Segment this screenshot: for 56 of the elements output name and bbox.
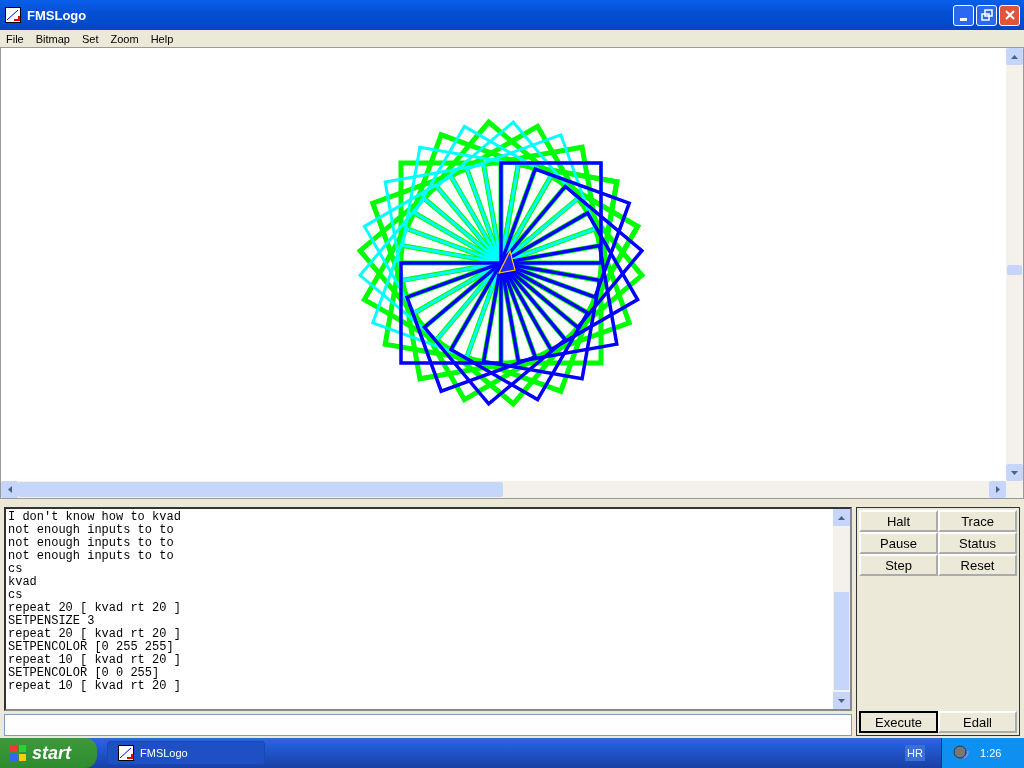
clock: 1:26 xyxy=(980,747,1002,759)
output-line: not enough inputs to to xyxy=(8,524,175,537)
menu-item[interactable]: Help xyxy=(144,32,180,45)
minimize-icon xyxy=(960,17,967,21)
window-title: FMSLogo xyxy=(27,7,88,23)
vertical-scrollbar[interactable] xyxy=(1006,48,1023,481)
minimize-button[interactable] xyxy=(953,4,974,26)
output-line: SETPENCOLOR [0 255 255] xyxy=(8,641,175,654)
horizontal-scrollbar[interactable] xyxy=(1,481,1023,498)
app-icon xyxy=(118,745,134,761)
control-button[interactable]: Halt xyxy=(859,510,938,532)
output-line: SETPENSIZE 3 xyxy=(8,615,96,628)
control-button[interactable]: Pause xyxy=(859,532,938,554)
close-icon xyxy=(1003,9,1016,21)
control-button[interactable]: Reset xyxy=(938,554,1017,576)
output-line: SETPENCOLOR [0 0 255] xyxy=(8,667,161,680)
windows-flag-icon xyxy=(8,743,28,763)
output-line: cs xyxy=(8,563,24,576)
scrollbar-thumb[interactable] xyxy=(18,482,503,497)
left-arrow-icon xyxy=(7,486,12,493)
command-button[interactable]: Execute xyxy=(859,711,938,733)
control-button[interactable]: Step xyxy=(859,554,938,576)
menu-item[interactable]: File xyxy=(0,32,30,45)
listing-scrollbar[interactable] xyxy=(833,509,850,709)
output-line: repeat 10 [ kvad rt 20 ] xyxy=(8,680,182,693)
output-line: not enough inputs to to xyxy=(8,537,175,550)
down-arrow-icon xyxy=(838,698,845,703)
up-arrow-icon xyxy=(1011,54,1018,59)
speaker-icon[interactable] xyxy=(952,744,970,762)
scrollbar-thumb[interactable] xyxy=(1007,265,1022,275)
start-button[interactable]: start xyxy=(0,738,97,768)
app-icon xyxy=(5,7,21,23)
output-line: cs xyxy=(8,589,24,602)
up-arrow-icon xyxy=(838,515,845,520)
output-line: repeat 10 [ kvad rt 20 ] xyxy=(8,654,182,667)
output-line: not enough inputs to to xyxy=(8,550,175,563)
turtle-icon xyxy=(497,249,516,274)
control-button[interactable]: Trace xyxy=(938,510,1017,532)
command-input-field[interactable] xyxy=(4,714,852,736)
menu-item[interactable]: Bitmap xyxy=(29,32,76,45)
right-arrow-icon xyxy=(995,486,1000,493)
close-button[interactable] xyxy=(999,4,1020,26)
scrollbar-thumb[interactable] xyxy=(834,592,849,690)
output-line: repeat 20 [ kvad rt 20 ] xyxy=(8,628,182,641)
menu-item[interactable]: Zoom xyxy=(104,32,145,45)
command-button[interactable]: Edall xyxy=(938,711,1017,733)
output-line: I don't know how to kvad xyxy=(8,511,182,524)
menu-item[interactable]: Set xyxy=(76,32,105,45)
control-button[interactable]: Status xyxy=(938,532,1017,554)
restore-button[interactable] xyxy=(976,4,997,26)
restore-icon xyxy=(980,9,993,21)
output-line: repeat 20 [ kvad rt 20 ] xyxy=(8,602,182,615)
taskbar-button[interactable]: FMSLogo xyxy=(107,741,265,765)
language-indicator[interactable]: HR xyxy=(905,745,925,761)
down-arrow-icon xyxy=(1011,470,1018,475)
output-line: kvad xyxy=(8,576,38,589)
